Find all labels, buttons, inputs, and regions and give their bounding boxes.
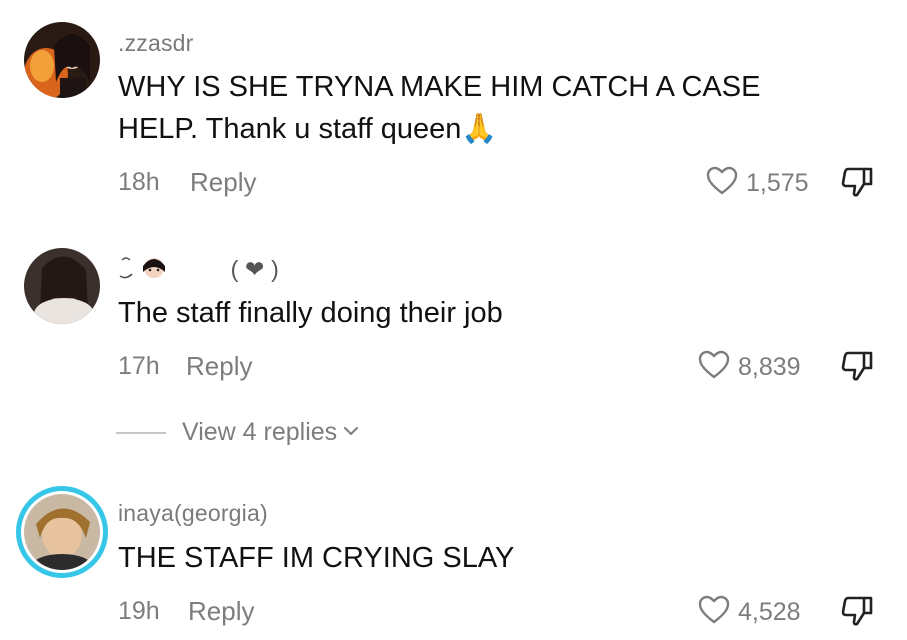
- avatar[interactable]: [24, 248, 100, 324]
- divider: [116, 431, 166, 434]
- reply-button[interactable]: Reply: [186, 351, 252, 382]
- heart-icon: [706, 166, 738, 201]
- like-button[interactable]: 4,528: [698, 595, 801, 630]
- avatar[interactable]: [24, 22, 100, 98]
- like-button[interactable]: 1,575: [706, 166, 809, 201]
- heart-icon: [698, 350, 730, 385]
- username-text: ( ❤ ): [230, 256, 279, 283]
- timestamp: 19h: [118, 597, 160, 625]
- comment-text: THE STAFF IM CRYING SLAY: [118, 542, 515, 574]
- timestamp: 17h: [118, 352, 160, 380]
- avatar-image: [24, 494, 100, 570]
- thumbs-down-icon: [840, 351, 874, 386]
- view-replies-button[interactable]: View 4 replies: [116, 418, 359, 447]
- avatar[interactable]: [24, 494, 100, 570]
- username-decoration-icon: [118, 254, 168, 288]
- like-button[interactable]: 8,839: [698, 350, 801, 385]
- avatar-image: [24, 22, 100, 98]
- timestamp: 18h: [118, 168, 160, 196]
- dislike-button[interactable]: [840, 166, 874, 203]
- dislike-button[interactable]: [840, 595, 874, 632]
- avatar-image: [24, 248, 100, 324]
- thumbs-down-icon: [840, 167, 874, 202]
- like-count: 1,575: [746, 169, 809, 197]
- username[interactable]: ( ❤ ): [118, 254, 279, 288]
- heart-icon: [698, 595, 730, 630]
- reply-button[interactable]: Reply: [190, 167, 256, 198]
- thumbs-down-icon: [840, 596, 874, 631]
- dislike-button[interactable]: [840, 350, 874, 387]
- username[interactable]: .zzasdr: [118, 30, 194, 57]
- comment-text: The staff finally doing their job: [118, 297, 503, 329]
- chevron-down-icon: [343, 424, 359, 442]
- reply-button[interactable]: Reply: [188, 596, 254, 627]
- like-count: 8,839: [738, 353, 801, 381]
- view-replies-label: View 4 replies: [182, 418, 338, 446]
- like-count: 4,528: [738, 598, 801, 626]
- username[interactable]: inaya(georgia): [118, 500, 268, 527]
- comment-text: WHY IS SHE TRYNA MAKE HIM CATCH A CASE H…: [118, 71, 761, 145]
